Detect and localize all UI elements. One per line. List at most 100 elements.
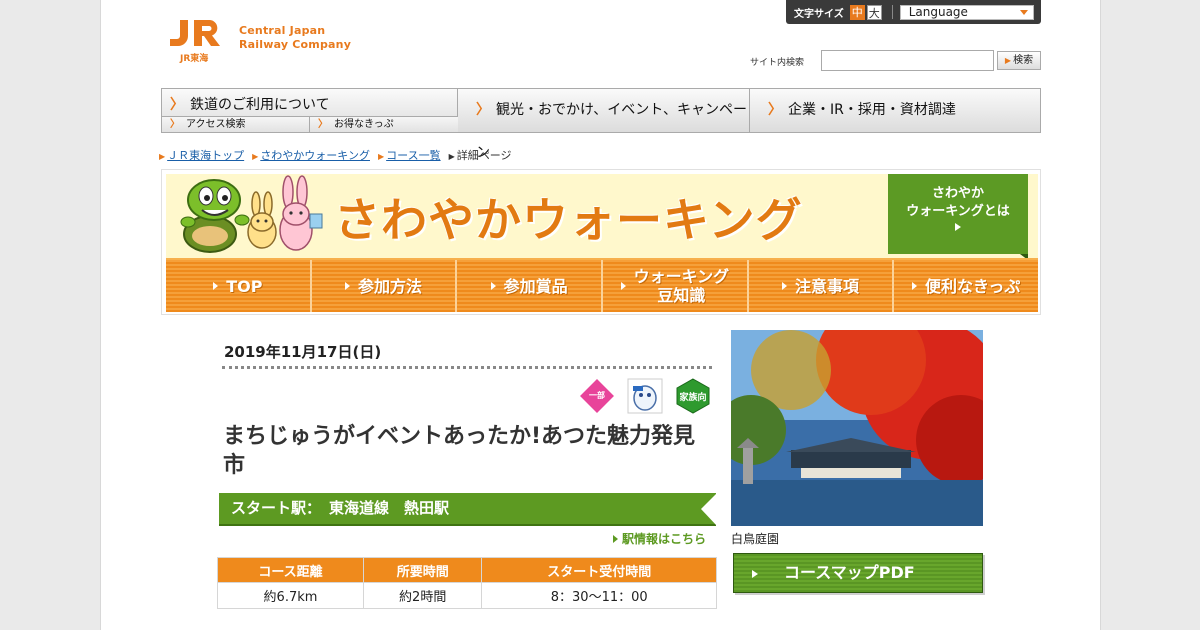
- nav-railway-label: 鉄道のご利用について: [190, 97, 330, 113]
- walking-nav-label: 参加賞品: [503, 276, 568, 296]
- about-walking-line2: ウォーキングとは: [906, 204, 1010, 219]
- table-cell: 約2時間: [362, 582, 483, 609]
- chevron-right-icon: 〉: [768, 102, 782, 118]
- search-button[interactable]: ▶ 検索: [997, 51, 1041, 70]
- font-size-bar: 文字サイズ 中 大 Language: [786, 0, 1041, 24]
- dotted-divider: [222, 366, 712, 369]
- walking-nav-label: 注意事項: [795, 276, 860, 296]
- nav-tourism[interactable]: 〉観光・おでかけ、イベント、キャンペーン: [458, 89, 750, 161]
- family-badge-icon: 家族向: [676, 378, 710, 414]
- breadcrumb-item: ▶ さわやかウォーキング: [252, 147, 370, 163]
- jr-logo-mark-icon: [170, 20, 220, 46]
- logo-text-line2: Railway Company: [239, 38, 352, 51]
- arrow-right-icon: [620, 282, 626, 290]
- mascot-characters-icon: [180, 175, 323, 253]
- event-date: 2019年11月17日(日): [224, 343, 382, 361]
- arrow-right-icon: ▶: [448, 152, 455, 161]
- page: 文字サイズ 中 大 Language Central Japan Railway…: [100, 0, 1101, 630]
- arrow-right-icon: [752, 569, 758, 578]
- font-size-label: 文字サイズ: [794, 8, 844, 20]
- walking-banner: さわやかウォーキング さわやか ウォーキングとは TOP 参加方法 参加賞品 ウ…: [161, 169, 1041, 315]
- language-select[interactable]: Language: [899, 4, 1034, 20]
- chevron-right-icon: 〉: [476, 102, 490, 118]
- walking-nav-label: 便利なきっぷ: [925, 276, 1021, 296]
- nav-railway-link[interactable]: 〉鉄道のご利用について: [170, 94, 330, 114]
- course-title: まちじゅうがイベントあったか!あつた魅力発見市: [223, 424, 696, 478]
- walking-nav-prizes[interactable]: 参加賞品: [457, 260, 604, 312]
- walking-nav-label: ウォーキング 豆知識: [633, 267, 730, 305]
- search-button-label: 検索: [1013, 55, 1034, 66]
- start-station-bar: スタート駅： 東海道線 熱田駅: [219, 493, 717, 526]
- family-badge-text: 家族向: [679, 391, 706, 403]
- chevron-right-icon: 〉: [170, 119, 180, 130]
- nav-railway: 〉鉄道のご利用について 〉アクセス検索 〉お得なきっぷ: [162, 89, 458, 132]
- nav-deals[interactable]: 〉お得なきっぷ: [310, 116, 458, 132]
- partial-course-badge-text: 一部: [589, 390, 605, 400]
- start-station-label: スタート駅：: [231, 499, 322, 517]
- table-cell: 約6.7km: [217, 582, 364, 609]
- walking-banner-title: さわやかウォーキング: [334, 193, 803, 247]
- global-nav: 〉鉄道のご利用について 〉アクセス検索 〉お得なきっぷ 〉観光・おでかけ、イベン…: [161, 88, 1041, 161]
- divider: [891, 5, 893, 19]
- ribbon-notch: [701, 493, 717, 526]
- nav-deals-label: お得なきっぷ: [334, 119, 394, 130]
- walking-nav-tickets[interactable]: 便利なきっぷ: [894, 260, 1038, 312]
- arrow-right-icon: ▶: [159, 152, 166, 161]
- breadcrumb-item: ▶ ＪＲ東海トップ: [159, 147, 244, 163]
- about-walking-line1: さわやか: [931, 186, 984, 201]
- arrow-right-icon: [490, 282, 496, 290]
- nav-access-search[interactable]: 〉アクセス検索: [162, 116, 310, 132]
- font-size-large-button[interactable]: 大: [866, 4, 882, 20]
- partial-course-badge-icon: 一部: [580, 379, 614, 413]
- table-header: 所要時間: [362, 557, 483, 583]
- nav-corporate[interactable]: 〉企業・IR・採用・資材調達: [750, 89, 1040, 132]
- site-search-input[interactable]: [821, 50, 994, 71]
- breadcrumb-item: ▶ コース一覧: [378, 147, 441, 163]
- walking-nav-how-to-join[interactable]: 参加方法: [312, 260, 458, 312]
- walking-nav-label: TOP: [226, 276, 263, 296]
- start-station-value: 東海道線 熱田駅: [329, 499, 450, 517]
- course-badges: 一部 家族向: [579, 378, 711, 414]
- logo-sub-text: JR東海: [180, 54, 209, 64]
- arrow-right-icon: ▶: [377, 152, 385, 161]
- arrow-right-icon: [345, 282, 350, 290]
- course-photo: [731, 330, 983, 526]
- course-info-table: コース距離 所要時間 スタート受付時間 約6.7km 約2時間 8：30～11：…: [217, 557, 717, 609]
- walking-nav-cautions[interactable]: 注意事項: [749, 260, 895, 312]
- arrow-right-icon: [213, 282, 219, 290]
- jr-central-logo[interactable]: Central Japan Railway Company JR東海: [166, 18, 356, 64]
- walking-nav-tips[interactable]: ウォーキング 豆知識: [603, 260, 749, 312]
- character-badge-icon: [627, 378, 663, 414]
- breadcrumb-link-walking[interactable]: さわやかウォーキング: [260, 149, 370, 162]
- photo-caption: 白鳥庭園: [731, 532, 780, 546]
- table-header: スタート受付時間: [481, 557, 717, 583]
- chevron-right-icon: 〉: [170, 97, 184, 113]
- course-map-pdf-button[interactable]: コースマップPDF: [733, 553, 983, 593]
- font-size-medium-button[interactable]: 中: [849, 4, 865, 20]
- walking-nav-label: 参加方法: [358, 276, 423, 296]
- chevron-right-icon: 〉: [318, 119, 328, 130]
- arrow-right-icon: [613, 535, 618, 543]
- language-select-label: Language: [908, 4, 968, 19]
- walking-nav-top[interactable]: TOP: [166, 260, 312, 312]
- breadcrumb-item: ▶ 詳細ページ: [449, 147, 512, 163]
- breadcrumb-link-jr-top[interactable]: ＪＲ東海トップ: [167, 149, 244, 162]
- arrow-right-icon: ▶: [252, 152, 259, 161]
- about-walking-button[interactable]: さわやか ウォーキングとは: [888, 174, 1028, 260]
- station-info-link[interactable]: 駅情報はこちら: [613, 530, 706, 547]
- logo-text-line1: Central Japan: [239, 24, 326, 37]
- breadcrumb-link-course-list[interactable]: コース一覧: [386, 149, 440, 162]
- table-header-row: コース距離 所要時間 スタート受付時間: [217, 557, 717, 583]
- nav-access-search-label: アクセス検索: [186, 119, 246, 130]
- breadcrumb: ▶ ＪＲ東海トップ ▶ さわやかウォーキング ▶ コース一覧 ▶ 詳細ページ: [159, 147, 512, 163]
- table-cell: 8：30～11：00: [481, 582, 717, 609]
- table-row: 約6.7km 約2時間 8：30～11：00: [217, 582, 717, 609]
- breadcrumb-current: 詳細ページ: [456, 149, 512, 162]
- nav-tourism-label: 観光・おでかけ、イベント、キャンペーン: [476, 102, 748, 161]
- arrow-right-icon: ▶: [1004, 56, 1012, 65]
- station-info-link-label: 駅情報はこちら: [622, 532, 707, 546]
- site-search-label: サイト内検索: [750, 58, 805, 68]
- arrow-right-icon: [782, 282, 788, 290]
- course-map-pdf-label: コースマップPDF: [784, 563, 915, 582]
- caret-down-icon: [1019, 9, 1028, 15]
